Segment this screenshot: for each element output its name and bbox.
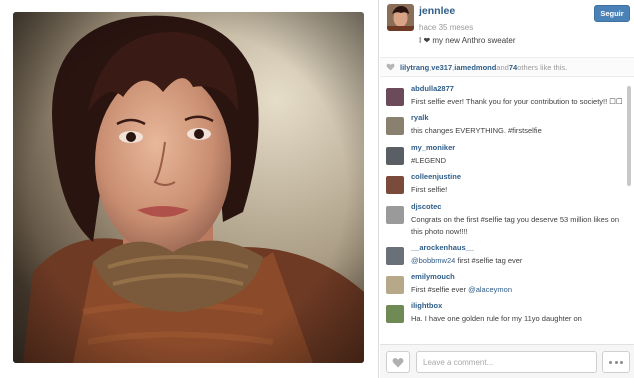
commenter-username[interactable]: __arockenhaus__ bbox=[411, 243, 474, 252]
commenter-avatar[interactable] bbox=[386, 246, 404, 265]
liker-link[interactable]: ve317 bbox=[431, 63, 452, 72]
comment-text: @bobbmw24 first #selfie tag ever bbox=[411, 255, 623, 267]
heart-icon bbox=[392, 357, 404, 367]
post-owner-header: jennlee hace 35 meses I ❤ my new Anthro … bbox=[380, 0, 634, 52]
commenter-avatar[interactable] bbox=[386, 305, 404, 324]
owner-avatar-image bbox=[387, 4, 414, 31]
owner-avatar[interactable] bbox=[387, 4, 414, 31]
instagram-photo-modal: jennlee hace 35 meses I ❤ my new Anthro … bbox=[0, 0, 634, 378]
comment-text: this changes EVERYTHING. #firstselfie bbox=[411, 126, 542, 136]
comment-mention[interactable]: @alaceymon bbox=[468, 285, 512, 294]
like-button[interactable] bbox=[386, 351, 410, 373]
commenter-avatar[interactable] bbox=[386, 176, 404, 195]
comment-text: First selfie ever! Thank you for your co… bbox=[411, 97, 623, 106]
commenter-username[interactable]: ilightbox bbox=[411, 301, 442, 310]
commenter-username[interactable]: abdulla2877 bbox=[411, 84, 454, 93]
comment-item: emilymouch First #selfie ever @alaceymon bbox=[380, 272, 626, 301]
commenter-username[interactable]: my_moniker bbox=[411, 143, 455, 152]
post-photo[interactable] bbox=[13, 12, 364, 363]
follow-button[interactable]: Seguir bbox=[594, 5, 630, 22]
comment-text: Ha. I have one golden rule for my 11yo d… bbox=[411, 314, 582, 324]
owner-username[interactable]: jennlee bbox=[419, 5, 455, 17]
post-sidebar: jennlee hace 35 meses I ❤ my new Anthro … bbox=[380, 0, 634, 378]
more-icon-dot bbox=[620, 360, 624, 364]
comment-text: #LEGEND bbox=[411, 155, 447, 165]
selfie-photo-image bbox=[13, 12, 364, 363]
comment-text-part: First #selfie ever bbox=[411, 284, 469, 294]
likes-summary: lilytrang , ve317 , iamedmond and 74 oth… bbox=[380, 57, 634, 77]
post-timestamp[interactable]: hace 35 meses bbox=[419, 23, 473, 32]
post-caption: I ❤ my new Anthro sweater bbox=[419, 36, 516, 45]
commenter-avatar[interactable] bbox=[386, 275, 404, 294]
comment-text-part: first #selfie tag ever bbox=[455, 255, 523, 265]
commenter-avatar[interactable] bbox=[386, 205, 404, 224]
comments-list[interactable]: abdulla2877 First selfie ever! Thank you… bbox=[380, 84, 626, 342]
comment-item: colleenjustine First selfie! bbox=[380, 172, 626, 201]
likes-count[interactable]: 74 bbox=[509, 63, 517, 72]
commenter-avatar[interactable] bbox=[386, 146, 404, 165]
more-options-button[interactable] bbox=[602, 351, 630, 373]
commenter-avatar[interactable] bbox=[386, 88, 404, 106]
comment-text: First selfie! bbox=[411, 185, 448, 195]
commenter-username[interactable]: colleenjustine bbox=[411, 172, 461, 181]
commenter-username[interactable]: emilymouch bbox=[411, 272, 455, 281]
commenter-username[interactable]: ryalk bbox=[411, 113, 429, 122]
liker-link[interactable]: lilytrang bbox=[400, 63, 429, 72]
liker-link[interactable]: iamedmond bbox=[454, 63, 496, 72]
comment-text: Congrats on the first #selfie tag you de… bbox=[411, 214, 620, 236]
comment-item: djscotec Congrats on the first #selfie t… bbox=[380, 202, 626, 243]
comment-input[interactable] bbox=[416, 351, 597, 373]
comments-scrollbar[interactable] bbox=[626, 84, 632, 342]
comment-item: ryalk this changes EVERYTHING. #firstsel… bbox=[380, 113, 626, 142]
comment-footer bbox=[380, 344, 634, 378]
likes-others-text: others like this. bbox=[517, 62, 568, 72]
more-icon-dot bbox=[614, 360, 618, 364]
likes-and-text: and bbox=[496, 62, 509, 72]
heart-icon bbox=[386, 63, 395, 71]
comment-item: abdulla2877 First selfie ever! Thank you… bbox=[380, 84, 626, 113]
comment-text: First #selfie ever @alaceymon bbox=[411, 284, 623, 296]
scrollbar-thumb[interactable] bbox=[627, 86, 631, 186]
commenter-username[interactable]: djscotec bbox=[411, 202, 441, 211]
comment-item: my_moniker #LEGEND bbox=[380, 143, 626, 172]
comment-item: ilightbox Ha. I have one golden rule for… bbox=[380, 301, 626, 330]
comment-item: __arockenhaus__ @bobbmw24 first #selfie … bbox=[380, 243, 626, 272]
commenter-avatar[interactable] bbox=[386, 117, 404, 136]
comment-mention[interactable]: @bobbmw24 bbox=[411, 256, 455, 265]
photo-column bbox=[0, 0, 379, 378]
more-icon-dot bbox=[608, 360, 612, 364]
